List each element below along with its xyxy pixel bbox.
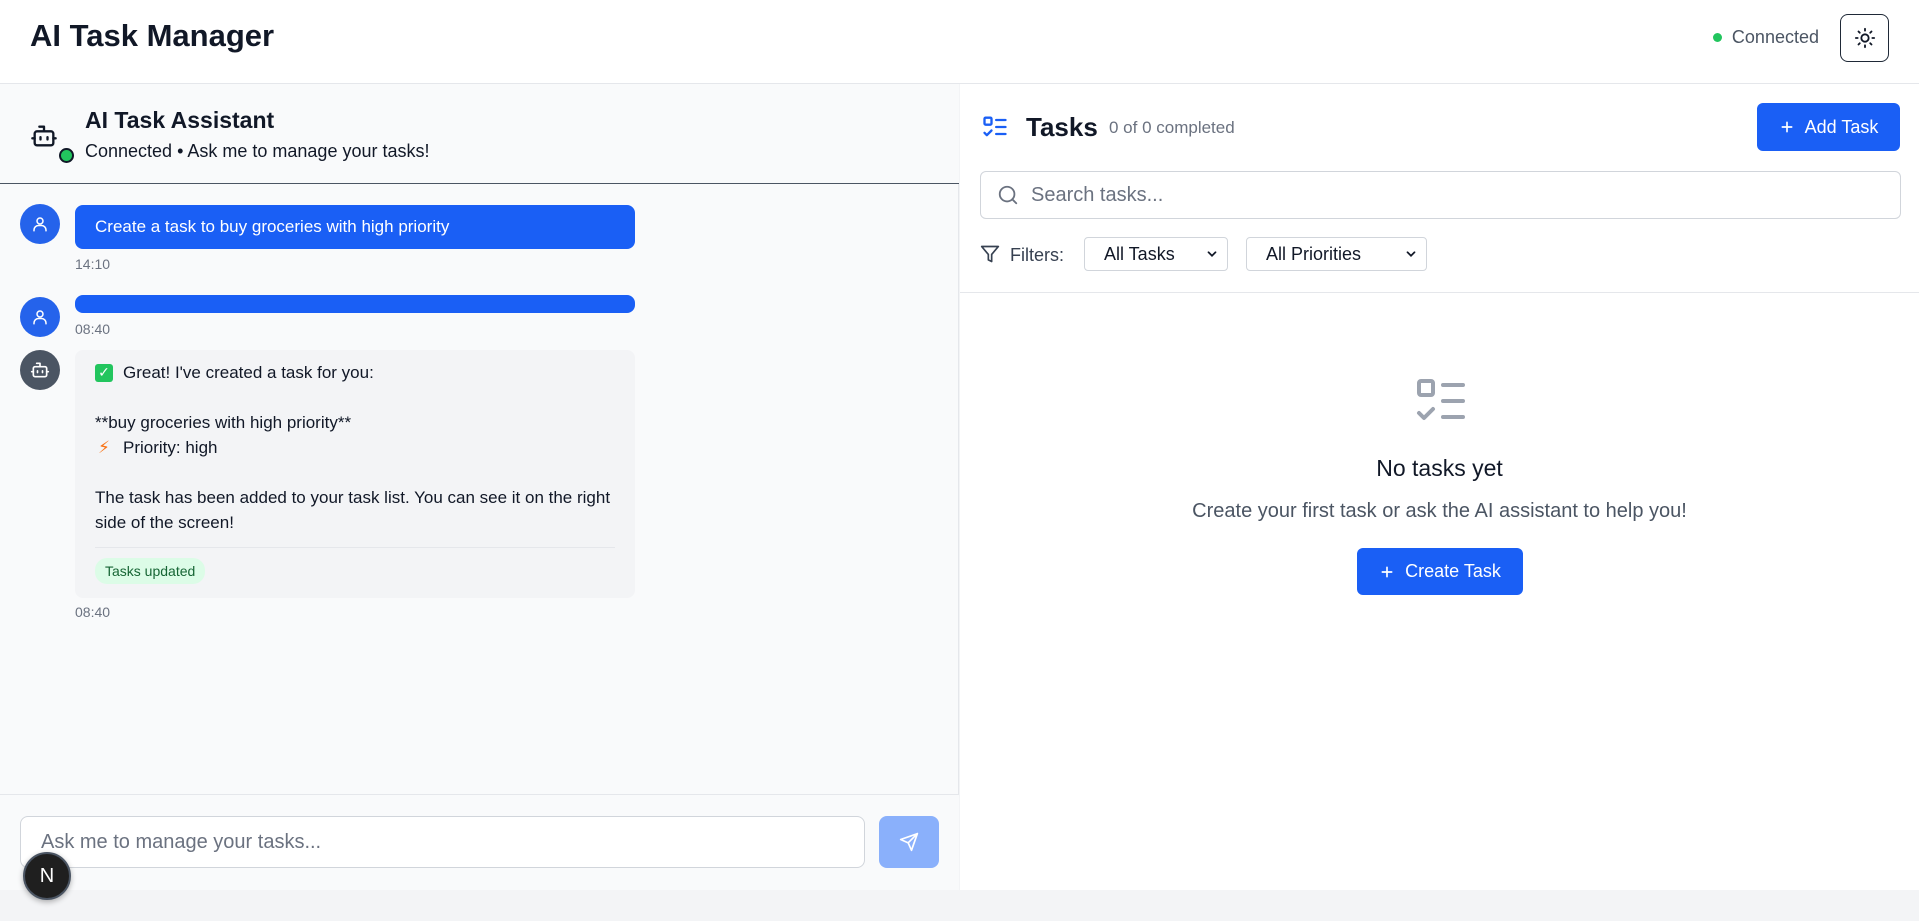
user-message-bubble xyxy=(75,295,635,313)
send-button[interactable] xyxy=(879,816,939,868)
tasks-panel: Tasks 0 of 0 completed Add Task Filters:… xyxy=(960,84,1919,890)
assistant-title: AI Task Assistant xyxy=(85,107,275,133)
tasks-toolbar: Tasks 0 of 0 completed Add Task Filters:… xyxy=(960,84,1919,293)
status-filter-select[interactable]: All Tasks xyxy=(1084,237,1228,271)
search-box xyxy=(980,171,1901,219)
chevron-down-icon xyxy=(1406,251,1416,257)
user-icon xyxy=(33,310,47,325)
filter-icon xyxy=(980,245,1000,263)
message-time: 08:40 xyxy=(75,604,111,620)
create-task-label: Create Task xyxy=(1405,561,1501,581)
sun-icon xyxy=(1854,27,1875,49)
tasks-updated-badge: Tasks updated xyxy=(95,558,206,584)
tasks-count: 0 of 0 completed xyxy=(1109,118,1235,137)
empty-task-list-icon xyxy=(1417,379,1465,420)
tasks-title: Tasks xyxy=(1026,112,1098,142)
empty-state-title: No tasks yet xyxy=(1376,455,1503,481)
user-icon xyxy=(33,217,47,232)
status-dot-icon xyxy=(1712,33,1722,42)
assistant-text: The task has been added to your task lis… xyxy=(95,488,611,532)
lightning-icon: ⚡ xyxy=(98,438,110,457)
send-icon xyxy=(899,832,919,852)
search-input[interactable] xyxy=(1031,172,1891,218)
theme-toggle-button[interactable] xyxy=(1840,14,1889,62)
create-task-button[interactable]: Create Task xyxy=(1357,548,1523,595)
connection-status: Connected xyxy=(1712,27,1819,48)
assistant-text: Great! I've created a task for you: xyxy=(123,363,374,382)
app-header: AI Task Manager Connected xyxy=(0,0,1919,84)
assistant-subtitle: Connected • Ask me to manage your tasks! xyxy=(85,141,430,161)
message-time: 08:40 xyxy=(75,321,111,337)
assistant-line: ✓ Great! I've created a task for you: xyxy=(95,360,615,385)
status-filter-value: All Tasks xyxy=(1104,243,1175,264)
add-task-label: Add Task xyxy=(1804,116,1879,137)
search-icon xyxy=(998,185,1018,205)
app-title: AI Task Manager xyxy=(30,18,275,53)
bot-icon xyxy=(31,125,57,147)
user-avatar xyxy=(20,297,60,337)
divider xyxy=(95,547,615,548)
dev-tools-badge[interactable]: N xyxy=(23,852,71,900)
check-mark-icon: ✓ xyxy=(95,363,113,382)
connection-status-label: Connected xyxy=(1731,27,1819,47)
user-message-bubble: Create a task to buy groceries with high… xyxy=(75,205,635,249)
filters-label: Filters: xyxy=(1010,245,1064,265)
priority-filter-value: All Priorities xyxy=(1266,243,1362,264)
user-avatar xyxy=(20,204,60,244)
bot-icon xyxy=(30,362,50,378)
message-time: 14:10 xyxy=(75,256,111,272)
assistant-line: ⚡ Priority: high xyxy=(95,435,615,460)
chat-header: AI Task Assistant Connected • Ask me to … xyxy=(0,84,959,184)
chat-panel: AI Task Assistant Connected • Ask me to … xyxy=(0,84,959,890)
chevron-down-icon xyxy=(1207,251,1217,257)
chat-composer xyxy=(0,794,959,890)
task-list-icon xyxy=(983,116,1007,137)
chat-input[interactable] xyxy=(20,816,865,868)
online-indicator xyxy=(59,148,74,163)
plus-icon xyxy=(1381,566,1393,577)
add-task-button[interactable]: Add Task xyxy=(1757,103,1900,151)
plus-icon xyxy=(1781,121,1793,133)
assistant-task-name: **buy groceries with high priority** xyxy=(95,413,352,432)
empty-state-subtitle: Create your first task or ask the AI ass… xyxy=(1192,500,1687,522)
assistant-message-bubble: ✓ Great! I've created a task for you: **… xyxy=(75,350,635,598)
bot-avatar xyxy=(20,350,60,390)
priority-filter-select[interactable]: All Priorities xyxy=(1246,237,1427,271)
assistant-priority: Priority: high xyxy=(123,438,218,457)
